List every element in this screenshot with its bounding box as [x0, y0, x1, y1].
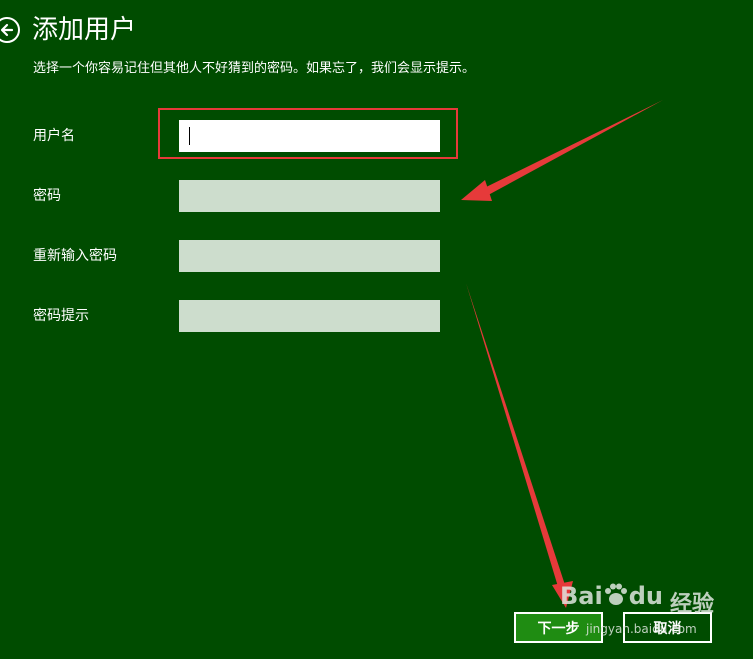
- confirm-password-row: 重新输入密码: [33, 240, 453, 272]
- page-subtitle: 选择一个你容易记住但其他人不好猜到的密码。如果忘了，我们会显示提示。: [33, 61, 476, 76]
- next-button[interactable]: 下一步: [514, 612, 603, 643]
- header: 添加用户: [0, 10, 136, 50]
- back-arrow-icon: [0, 23, 14, 37]
- annotation-arrow-to-next: [466, 283, 573, 608]
- password-hint-label: 密码提示: [33, 308, 89, 324]
- cancel-button[interactable]: 取消: [623, 612, 712, 643]
- password-hint-row: 密码提示: [33, 300, 453, 332]
- username-input[interactable]: [179, 120, 440, 152]
- password-hint-input[interactable]: [179, 300, 440, 332]
- password-label: 密码: [33, 188, 61, 204]
- password-row: 密码: [33, 180, 453, 212]
- text-caret: [189, 127, 190, 145]
- paw-icon: [604, 583, 627, 605]
- password-input[interactable]: [179, 180, 440, 212]
- watermark-brand: Bai du: [560, 582, 663, 610]
- confirm-password-input[interactable]: [179, 240, 440, 272]
- username-label: 用户名: [33, 128, 75, 144]
- username-row: 用户名: [33, 120, 453, 152]
- confirm-password-label: 重新输入密码: [33, 248, 117, 264]
- back-button[interactable]: [0, 17, 20, 43]
- annotation-arrow-to-password: [461, 100, 663, 201]
- page-title: 添加用户: [32, 15, 137, 45]
